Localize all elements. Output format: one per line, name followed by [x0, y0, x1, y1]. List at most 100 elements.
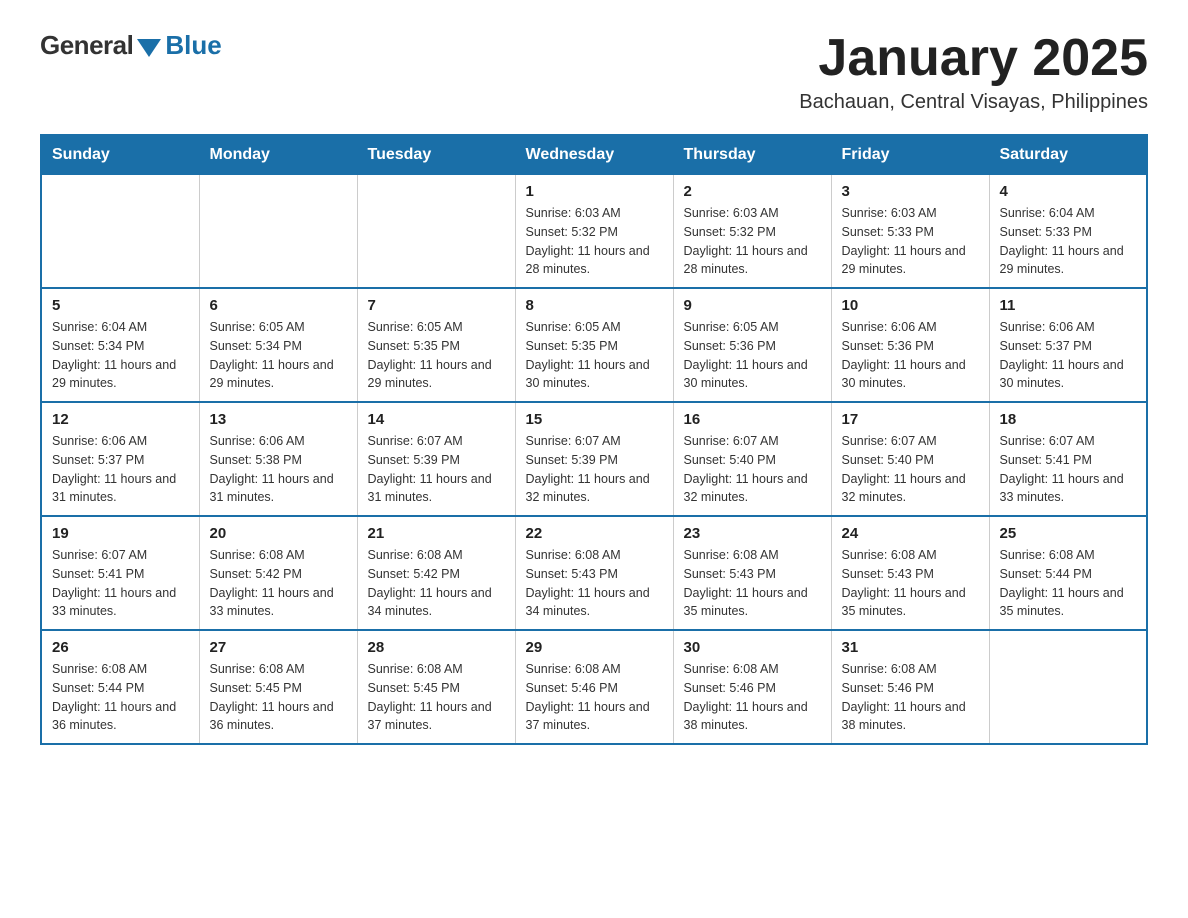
location-text: Bachauan, Central Visayas, Philippines [799, 91, 1148, 114]
day-info: Sunrise: 6:03 AMSunset: 5:32 PMDaylight:… [526, 204, 663, 279]
day-number: 9 [684, 297, 821, 314]
day-number: 14 [368, 411, 505, 428]
day-number: 24 [842, 525, 979, 542]
calendar-cell: 31 Sunrise: 6:08 AMSunset: 5:46 PMDayligh… [831, 630, 989, 744]
logo-blue-text: Blue [165, 30, 221, 61]
calendar-cell: 23Sunrise: 6:08 AMSunset: 5:43 PMDayligh… [673, 516, 831, 630]
day-info: Sunrise: 6:06 AMSunset: 5:37 PMDaylight:… [1000, 318, 1137, 393]
calendar-cell [199, 175, 357, 289]
day-info: Sunrise: 6:08 AMSunset: 5:46 PMDaylight:… [526, 660, 663, 735]
logo-general-text: General [40, 30, 133, 61]
weekday-header-friday: Friday [831, 135, 989, 175]
calendar-cell: 10Sunrise: 6:06 AMSunset: 5:36 PMDayligh… [831, 288, 989, 402]
calendar-cell: 6Sunrise: 6:05 AMSunset: 5:34 PMDaylight… [199, 288, 357, 402]
day-info: Sunrise: 6:05 AMSunset: 5:35 PMDaylight:… [526, 318, 663, 393]
day-number: 3 [842, 183, 979, 200]
calendar-cell: 11 Sunrise: 6:06 AMSunset: 5:37 PMDayligh… [989, 288, 1147, 402]
day-info: Sunrise: 6:07 AMSunset: 5:41 PMDaylight:… [1000, 432, 1137, 507]
weekday-header-wednesday: Wednesday [515, 135, 673, 175]
calendar-table: SundayMondayTuesdayWednesdayThursdayFrid… [40, 134, 1148, 745]
calendar-cell: 4 Sunrise: 6:04 AMSunset: 5:33 PMDaylight… [989, 175, 1147, 289]
day-info: Sunrise: 6:06 AMSunset: 5:37 PMDaylight:… [52, 432, 189, 507]
logo: General Blue [40, 30, 222, 61]
day-info: Sunrise: 6:08 AMSunset: 5:43 PMDaylight:… [842, 546, 979, 621]
calendar-cell: 2 Sunrise: 6:03 AMSunset: 5:32 PMDaylight… [673, 175, 831, 289]
calendar-cell: 9Sunrise: 6:05 AMSunset: 5:36 PMDaylight… [673, 288, 831, 402]
calendar-week-row: 19Sunrise: 6:07 AMSunset: 5:41 PMDayligh… [41, 516, 1147, 630]
calendar-week-row: 12 Sunrise: 6:06 AMSunset: 5:37 PMDayligh… [41, 402, 1147, 516]
calendar-cell [357, 175, 515, 289]
day-number: 30 [684, 639, 821, 656]
day-number: 22 [526, 525, 663, 542]
calendar-cell: 14 Sunrise: 6:07 AMSunset: 5:39 PMDayligh… [357, 402, 515, 516]
logo-triangle-icon [137, 39, 161, 57]
day-info: Sunrise: 6:04 AMSunset: 5:34 PMDaylight:… [52, 318, 189, 393]
day-info: Sunrise: 6:08 AMSunset: 5:45 PMDaylight:… [368, 660, 505, 735]
day-number: 2 [684, 183, 821, 200]
calendar-cell: 16 Sunrise: 6:07 AMSunset: 5:40 PMDayligh… [673, 402, 831, 516]
calendar-cell: 13 Sunrise: 6:06 AMSunset: 5:38 PMDayligh… [199, 402, 357, 516]
weekday-header-tuesday: Tuesday [357, 135, 515, 175]
calendar-cell: 1Sunrise: 6:03 AMSunset: 5:32 PMDaylight… [515, 175, 673, 289]
day-info: Sunrise: 6:05 AMSunset: 5:34 PMDaylight:… [210, 318, 347, 393]
calendar-cell: 24 Sunrise: 6:08 AMSunset: 5:43 PMDayligh… [831, 516, 989, 630]
day-info: Sunrise: 6:05 AMSunset: 5:35 PMDaylight:… [368, 318, 505, 393]
calendar-cell: 28 Sunrise: 6:08 AMSunset: 5:45 PMDayligh… [357, 630, 515, 744]
day-number: 18 [1000, 411, 1137, 428]
day-info: Sunrise: 6:07 AMSunset: 5:40 PMDaylight:… [684, 432, 821, 507]
calendar-cell: 20Sunrise: 6:08 AMSunset: 5:42 PMDayligh… [199, 516, 357, 630]
day-info: Sunrise: 6:06 AMSunset: 5:38 PMDaylight:… [210, 432, 347, 507]
day-info: Sunrise: 6:08 AMSunset: 5:44 PMDaylight:… [52, 660, 189, 735]
day-info: Sunrise: 6:08 AMSunset: 5:43 PMDaylight:… [526, 546, 663, 621]
day-number: 12 [52, 411, 189, 428]
day-number: 13 [210, 411, 347, 428]
calendar-cell: 15 Sunrise: 6:07 AMSunset: 5:39 PMDayligh… [515, 402, 673, 516]
calendar-week-row: 26Sunrise: 6:08 AMSunset: 5:44 PMDayligh… [41, 630, 1147, 744]
calendar-cell [41, 175, 199, 289]
day-info: Sunrise: 6:08 AMSunset: 5:46 PMDaylight:… [684, 660, 821, 735]
month-title: January 2025 [799, 30, 1148, 87]
calendar-cell: 12 Sunrise: 6:06 AMSunset: 5:37 PMDayligh… [41, 402, 199, 516]
day-number: 17 [842, 411, 979, 428]
calendar-cell: 5Sunrise: 6:04 AMSunset: 5:34 PMDaylight… [41, 288, 199, 402]
calendar-cell: 22 Sunrise: 6:08 AMSunset: 5:43 PMDayligh… [515, 516, 673, 630]
day-info: Sunrise: 6:03 AMSunset: 5:32 PMDaylight:… [684, 204, 821, 279]
day-number: 4 [1000, 183, 1137, 200]
calendar-cell: 19Sunrise: 6:07 AMSunset: 5:41 PMDayligh… [41, 516, 199, 630]
day-info: Sunrise: 6:07 AMSunset: 5:39 PMDaylight:… [368, 432, 505, 507]
day-number: 10 [842, 297, 979, 314]
weekday-header-row: SundayMondayTuesdayWednesdayThursdayFrid… [41, 135, 1147, 175]
calendar-cell: 21 Sunrise: 6:08 AMSunset: 5:42 PMDayligh… [357, 516, 515, 630]
day-number: 8 [526, 297, 663, 314]
page-header: General Blue January 2025 Bachauan, Cent… [40, 30, 1148, 114]
calendar-cell [989, 630, 1147, 744]
day-info: Sunrise: 6:08 AMSunset: 5:46 PMDaylight:… [842, 660, 979, 735]
calendar-cell: 17 Sunrise: 6:07 AMSunset: 5:40 PMDayligh… [831, 402, 989, 516]
calendar-cell: 8 Sunrise: 6:05 AMSunset: 5:35 PMDaylight… [515, 288, 673, 402]
day-info: Sunrise: 6:08 AMSunset: 5:42 PMDaylight:… [368, 546, 505, 621]
weekday-header-monday: Monday [199, 135, 357, 175]
day-info: Sunrise: 6:04 AMSunset: 5:33 PMDaylight:… [1000, 204, 1137, 279]
day-number: 28 [368, 639, 505, 656]
day-number: 31 [842, 639, 979, 656]
day-number: 15 [526, 411, 663, 428]
day-info: Sunrise: 6:07 AMSunset: 5:40 PMDaylight:… [842, 432, 979, 507]
day-number: 21 [368, 525, 505, 542]
title-section: January 2025 Bachauan, Central Visayas, … [799, 30, 1148, 114]
day-number: 19 [52, 525, 189, 542]
day-number: 25 [1000, 525, 1137, 542]
calendar-cell: 30 Sunrise: 6:08 AMSunset: 5:46 PMDayligh… [673, 630, 831, 744]
calendar-cell: 27Sunrise: 6:08 AMSunset: 5:45 PMDayligh… [199, 630, 357, 744]
day-info: Sunrise: 6:08 AMSunset: 5:45 PMDaylight:… [210, 660, 347, 735]
day-number: 16 [684, 411, 821, 428]
weekday-header-saturday: Saturday [989, 135, 1147, 175]
calendar-week-row: 5Sunrise: 6:04 AMSunset: 5:34 PMDaylight… [41, 288, 1147, 402]
calendar-week-row: 1Sunrise: 6:03 AMSunset: 5:32 PMDaylight… [41, 175, 1147, 289]
weekday-header-thursday: Thursday [673, 135, 831, 175]
day-info: Sunrise: 6:07 AMSunset: 5:39 PMDaylight:… [526, 432, 663, 507]
calendar-cell: 29Sunrise: 6:08 AMSunset: 5:46 PMDayligh… [515, 630, 673, 744]
calendar-cell: 26Sunrise: 6:08 AMSunset: 5:44 PMDayligh… [41, 630, 199, 744]
calendar-cell: 3Sunrise: 6:03 AMSunset: 5:33 PMDaylight… [831, 175, 989, 289]
day-number: 23 [684, 525, 821, 542]
day-number: 11 [1000, 297, 1137, 314]
